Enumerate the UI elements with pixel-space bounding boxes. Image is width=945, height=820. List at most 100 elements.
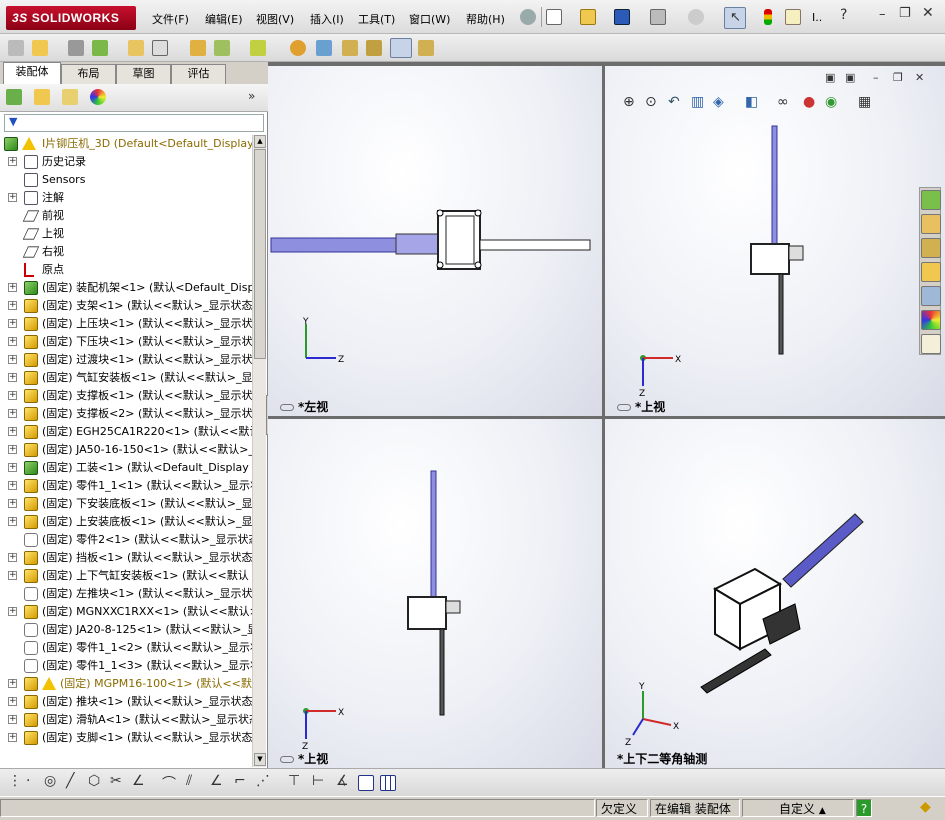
expand-toggle[interactable]: + [8, 463, 17, 472]
expand-toggle[interactable]: + [8, 715, 17, 724]
configuration-manager-icon[interactable] [62, 89, 78, 105]
appearances-icon[interactable] [921, 310, 941, 330]
move-component-icon[interactable] [152, 40, 168, 56]
viewport-link-icon[interactable]: ▣ [845, 71, 855, 84]
tree-item[interactable]: + (固定) 过渡块<1> (默认<<默认>_显示状 [0, 351, 252, 369]
tree-item[interactable]: + (固定) 滑轨A<1> (默认<<默认>_显示状态 [0, 711, 252, 729]
smart-dimension-icon[interactable]: ⊤ [288, 773, 300, 789]
insert-component-icon[interactable] [8, 40, 24, 56]
design-library-icon[interactable] [921, 238, 941, 258]
reference-geometry-icon[interactable] [250, 40, 266, 56]
mirror-icon[interactable]: ⫽ [186, 773, 192, 789]
view-palette-icon[interactable] [921, 286, 941, 306]
toolbar-overflow[interactable]: I.. [812, 11, 822, 24]
section-view-icon[interactable]: ▥ [691, 94, 704, 110]
menu-tools[interactable]: 工具(T) [358, 11, 395, 27]
zoom-to-fit-icon[interactable]: ⊕ [623, 94, 635, 110]
close-icon[interactable]: ✕ [922, 5, 934, 21]
open-folder-icon[interactable] [580, 9, 596, 25]
tree-item[interactable]: + (固定) 下安装底板<1> (默认<<默认>_显 [0, 495, 252, 513]
display-style-icon[interactable]: ◧ [745, 94, 758, 110]
tree-item[interactable]: + (固定) 支撑板<2> (默认<<默认>_显示状 [0, 405, 252, 423]
save-icon[interactable] [614, 9, 630, 25]
expand-panel-icon[interactable]: » [248, 89, 255, 103]
tree-item[interactable]: + (固定) 装配机架<1> (默认<Default_Displ [0, 279, 252, 297]
expand-toggle[interactable]: + [8, 679, 17, 688]
tree-item[interactable]: (固定) JA20-8-125<1> (默认<<默认>_显示 [0, 621, 252, 639]
view-orientation-icon[interactable]: ◈ [713, 94, 724, 110]
menu-help[interactable]: 帮助(H) [466, 11, 505, 27]
custom-properties-icon[interactable] [921, 334, 941, 354]
tree-item[interactable]: + (固定) 支撑板<1> (默认<<默认>_显示状 [0, 387, 252, 405]
viewport-restore-icon[interactable]: ❐ [893, 71, 903, 84]
fillet-icon[interactable]: ⌒ [162, 773, 176, 793]
home-icon[interactable] [921, 214, 941, 234]
expand-toggle[interactable]: + [8, 571, 17, 580]
expand-toggle[interactable]: + [8, 373, 17, 382]
tree-item[interactable]: + (固定) 工装<1> (默认<Default_Display St [0, 459, 252, 477]
tab-layout[interactable]: 布局 [61, 64, 116, 84]
expand-toggle[interactable]: + [8, 499, 17, 508]
linear-pattern-icon[interactable] [92, 40, 108, 56]
tree-item[interactable]: + (固定) MGPM16-100<1> (默认<<默认> [0, 675, 252, 693]
new-part-icon[interactable] [32, 40, 48, 56]
tree-item[interactable]: + (固定) 下压块<1> (默认<<默认>_显示状 [0, 333, 252, 351]
point-icon[interactable]: · [26, 773, 30, 789]
tree-item[interactable]: + (固定) 支架<1> (默认<<默认>_显示状态 [0, 297, 252, 315]
instant3d-icon[interactable] [418, 40, 434, 56]
offset-icon[interactable]: ∠ [210, 773, 223, 789]
tree-item[interactable]: + (固定) 上压块<1> (默认<<默认>_显示状 [0, 315, 252, 333]
tree-item[interactable]: + (固定) 上安装底板<1> (默认<<默认>_显 [0, 513, 252, 531]
viewport-close-icon[interactable]: ✕ [915, 71, 924, 84]
tree-item[interactable]: + (固定) 推块<1> (默认<<默认>_显示状态 [0, 693, 252, 711]
tree-item[interactable]: + (固定) 挡板<1> (默认<<默认>_显示状态 [0, 549, 252, 567]
quick-help-icon[interactable]: ? [856, 799, 872, 817]
expand-toggle[interactable]: + [8, 553, 17, 562]
filter-icon[interactable]: ▼ [9, 115, 17, 128]
bill-of-materials-icon[interactable] [316, 40, 332, 56]
scroll-up-arrow[interactable]: ▲ [254, 135, 266, 148]
expand-toggle[interactable]: + [8, 427, 17, 436]
angular-dimension-icon[interactable]: ∡ [336, 773, 349, 789]
tree-item[interactable]: + (固定) MGNXXC1RXX<1> (默认<<默认>_ [0, 603, 252, 621]
feature-manager-icon[interactable] [6, 89, 22, 105]
expand-toggle[interactable]: + [8, 157, 17, 166]
file-explorer-icon[interactable] [921, 262, 941, 282]
tree-item[interactable]: (固定) 左推块<1> (默认<<默认>_显示状 [0, 585, 252, 603]
construction-line-icon[interactable]: ⋰ [256, 773, 270, 789]
tree-item[interactable]: 右视 [0, 243, 252, 261]
viewport-minimize-icon[interactable]: – [873, 71, 879, 84]
assembly-features-icon[interactable] [214, 40, 230, 56]
tree-item[interactable]: + (固定) 上下气缸安装板<1> (默认<<默认 [0, 567, 252, 585]
circle-icon[interactable]: ◎ [44, 773, 56, 789]
expand-toggle[interactable]: + [8, 337, 17, 346]
viewport-tile-icon[interactable]: ▣ [825, 71, 835, 84]
mate-icon[interactable] [68, 40, 84, 56]
menu-view[interactable]: 视图(V) [256, 11, 294, 27]
expand-toggle[interactable]: + [8, 409, 17, 418]
tree-item[interactable]: (固定) 零件1_1<3> (默认<<默认>_显示状 [0, 657, 252, 675]
scroll-thumb[interactable] [254, 149, 266, 359]
viewport-isometric-view[interactable]: Y X Z *上下二等角轴测 [605, 419, 945, 768]
view-settings-icon[interactable]: ▦ [858, 94, 871, 110]
scroll-down-arrow[interactable]: ▼ [254, 753, 266, 766]
tab-sketch[interactable]: 草图 [116, 64, 171, 84]
display-manager-icon[interactable] [90, 89, 106, 105]
new-document-icon[interactable] [546, 9, 562, 25]
expand-toggle[interactable]: + [8, 733, 17, 742]
grid-icon[interactable] [358, 775, 374, 791]
solidworks-resources-icon[interactable] [921, 190, 941, 210]
minimize-icon[interactable]: – [879, 7, 886, 22]
expand-toggle[interactable]: + [8, 391, 17, 400]
expand-toggle[interactable]: + [8, 355, 17, 364]
viewport-left-view[interactable]: Y Z *左视 [268, 66, 602, 416]
expand-toggle[interactable]: + [8, 445, 17, 454]
tree-item[interactable]: Sensors [0, 171, 252, 189]
table-icon[interactable] [380, 775, 396, 791]
tree-item[interactable]: + (固定) 零件1_1<1> (默认<<默认>_显示状 [0, 477, 252, 495]
menu-insert[interactable]: 插入(I) [310, 11, 344, 27]
tree-item[interactable]: (固定) 零件1_1<2> (默认<<默认>_显示状 [0, 639, 252, 657]
expand-toggle[interactable]: + [8, 697, 17, 706]
tree-root[interactable]: I片铆压机_3D (Default<Default_Display S [0, 135, 252, 153]
hide-show-items-icon[interactable]: ∞ [777, 94, 789, 110]
